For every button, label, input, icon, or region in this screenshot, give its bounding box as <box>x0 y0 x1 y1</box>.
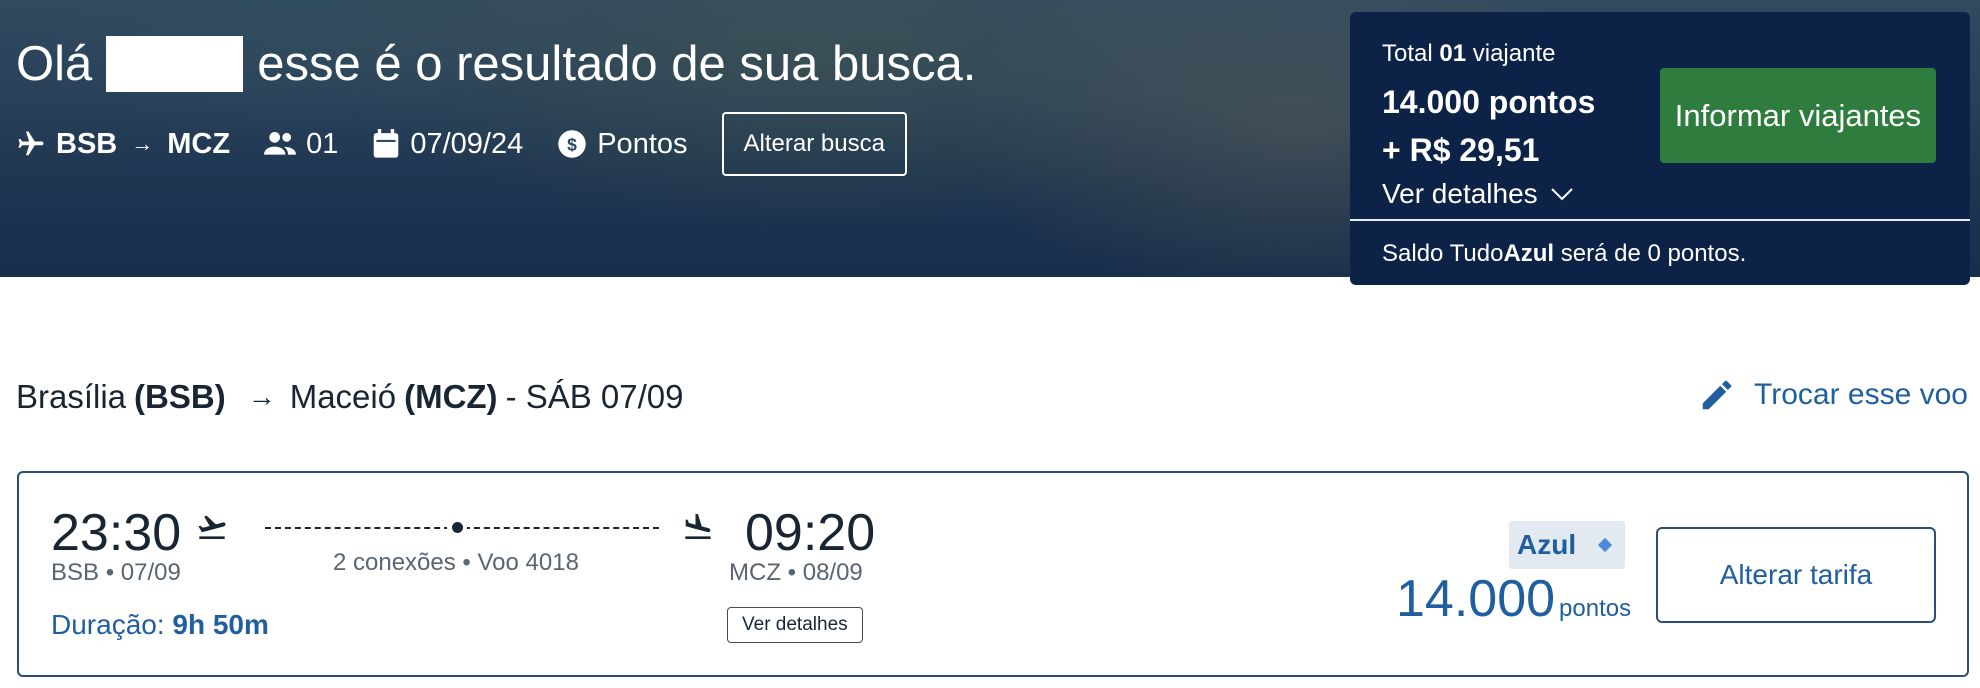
arrival-time: 09:20 <box>745 504 876 562</box>
booking-summary-panel: Total 01 viajante 14.000 pontos + R$ 29,… <box>1350 12 1970 285</box>
destination-city: Maceió <box>289 378 397 415</box>
travel-date-value: 07/09/24 <box>410 127 524 160</box>
points-balance-note: Saldo TudoAzul será de 0 pontos. <box>1382 240 1746 268</box>
arrow-right-icon: → <box>247 381 276 412</box>
calendar-icon <box>374 129 399 158</box>
total-cash: + R$ 29,51 <box>1382 132 1540 168</box>
connection-dot <box>447 517 467 537</box>
airplane-icon <box>18 131 44 156</box>
saldo-brand: Azul <box>1503 240 1555 267</box>
dollar-coin-icon: $ <box>558 130 586 158</box>
total-points: 14.000 pontos <box>1382 84 1596 120</box>
connections-info: 2 conexões • Voo 4018 <box>333 549 579 576</box>
takeoff-icon <box>198 515 226 539</box>
search-summary: BSB → MCZ 01 07/09/24 $ Pontos Alterar b… <box>16 112 907 176</box>
landing-icon <box>685 513 711 539</box>
origin-city-code: (BSB) <box>134 378 226 415</box>
pencil-icon <box>1702 380 1732 410</box>
origin-city: Brasília <box>16 378 127 415</box>
departure-time: 23:30 <box>51 504 182 562</box>
payment-type-value: Pontos <box>597 127 688 160</box>
redacted-name <box>106 36 244 92</box>
flight-duration: Duração: 9h 50m <box>51 609 269 641</box>
departure-info: BSB • 07/09 <box>51 559 181 586</box>
svg-text:$: $ <box>567 134 577 154</box>
fare-price-value: 14.000 <box>1396 570 1556 628</box>
summary-divider <box>1350 219 1970 221</box>
diamond-icon <box>1598 537 1613 553</box>
summary-details-label: Ver detalhes <box>1382 178 1538 209</box>
chevron-down-icon <box>1550 188 1573 201</box>
alter-search-button[interactable]: Alterar busca <box>721 112 907 176</box>
fare-price-unit: pontos <box>1559 595 1632 622</box>
arrow-right-icon: → <box>131 131 154 156</box>
greeting-heading: Olá esse é o resultado de sua busca. <box>16 36 976 92</box>
destination-code: MCZ <box>167 127 231 160</box>
total-prefix: Total <box>1382 40 1433 67</box>
traveler-total: Total 01 viajante <box>1382 40 1555 68</box>
fare-price: 14.000 pontos <box>1396 569 1631 629</box>
change-flight-link[interactable]: Trocar esse voo <box>1698 376 1968 414</box>
flight-card[interactable]: 23:30 BSB • 07/09 2 conexões • Voo 4018 … <box>17 471 1969 677</box>
greeting-suffix: esse é o resultado de sua busca. <box>257 37 977 91</box>
duration-value: 9h 50m <box>172 609 269 640</box>
route-date: - SÁB 07/09 <box>505 378 684 415</box>
payment-type: $ Pontos <box>557 127 688 161</box>
fare-badge-label: Azul <box>1517 529 1577 560</box>
duration-label: Duração: <box>51 609 165 640</box>
summary-details-toggle[interactable]: Ver detalhes <box>1382 178 1574 210</box>
people-icon <box>264 132 297 155</box>
arrival-info: MCZ • 08/09 <box>729 559 863 586</box>
passenger-count-value: 01 <box>306 127 339 160</box>
flight-details-button[interactable]: Ver detalhes <box>727 607 863 643</box>
route-heading: Brasília (BSB) → Maceió (MCZ) - SÁB 07/0… <box>16 378 684 416</box>
change-fare-button[interactable]: Alterar tarifa <box>1656 527 1936 623</box>
total-suffix: viajante <box>1472 40 1556 67</box>
inform-travelers-button[interactable]: Informar viajantes <box>1660 68 1936 163</box>
travel-date: 07/09/24 <box>372 128 523 161</box>
route-summary: BSB → MCZ <box>16 128 230 161</box>
fare-badge: Azul <box>1509 521 1625 569</box>
passenger-count: 01 <box>264 128 338 161</box>
change-flight-label: Trocar esse voo <box>1754 378 1968 411</box>
total-count: 01 <box>1439 40 1467 67</box>
saldo-prefix: Saldo Tudo <box>1382 240 1504 267</box>
greeting-prefix: Olá <box>16 37 93 91</box>
saldo-suffix: será de 0 pontos. <box>1560 240 1747 267</box>
origin-code: BSB <box>56 127 118 160</box>
destination-city-code: (MCZ) <box>404 378 498 415</box>
total-price: 14.000 pontos + R$ 29,51 <box>1382 78 1595 174</box>
